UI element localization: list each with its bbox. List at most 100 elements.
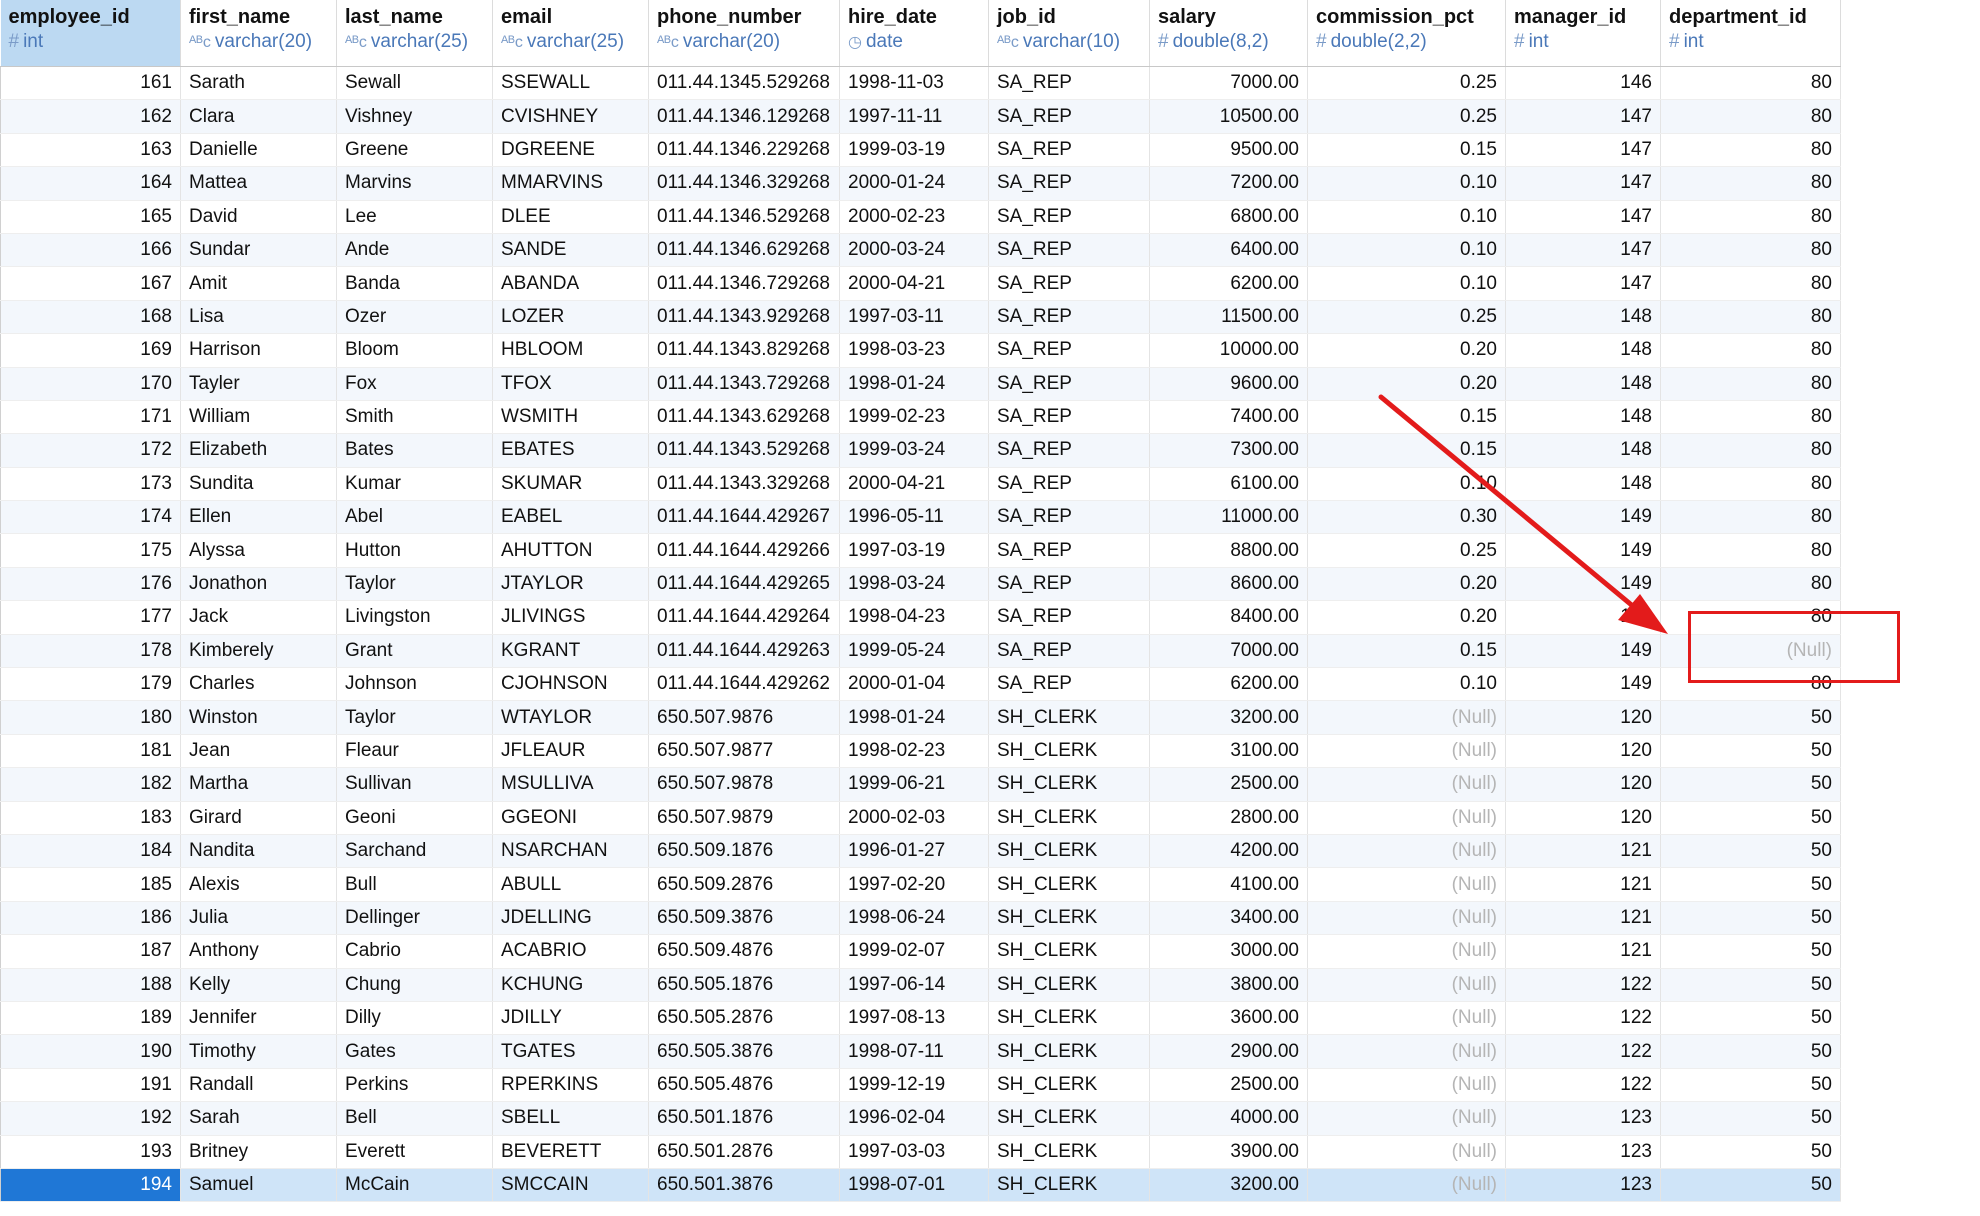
cell-commission-pct[interactable]: (Null) <box>1307 968 1506 1002</box>
cell-salary[interactable]: 2900.00 <box>1149 1034 1308 1069</box>
cell-hire-date[interactable]: 2000-02-03 <box>839 801 989 835</box>
cell-last-name[interactable]: Smith <box>336 400 493 435</box>
table-row[interactable]: 176 Jonathon Taylor JTAYLOR 011.44.1644.4292… <box>0 567 1841 602</box>
cell-first-name[interactable]: Alexis <box>180 867 337 902</box>
cell-commission-pct[interactable]: (Null) <box>1307 1101 1506 1136</box>
cell-hire-date[interactable]: 1996-05-11 <box>839 500 989 535</box>
cell-first-name[interactable]: Winston <box>180 700 337 735</box>
table-row[interactable]: 174 Ellen Abel EABEL 011.44.1644.429267 1996-… <box>0 500 1841 535</box>
cell-employee-id[interactable]: 191 <box>0 1068 181 1103</box>
cell-job-id[interactable]: SA_REP <box>988 133 1150 168</box>
cell-salary[interactable]: 7000.00 <box>1149 66 1308 101</box>
cell-commission-pct[interactable]: (Null) <box>1307 901 1506 936</box>
column-header-department-id[interactable]: department_id # int <box>1660 0 1841 67</box>
cell-department-id[interactable]: 50 <box>1660 1101 1841 1136</box>
cell-last-name[interactable]: Bell <box>336 1101 493 1136</box>
cell-commission-pct[interactable]: (Null) <box>1307 700 1506 735</box>
cell-first-name[interactable]: Clara <box>180 99 337 134</box>
cell-salary[interactable]: 6400.00 <box>1149 233 1308 268</box>
cell-phone-number[interactable]: 011.44.1346.229268 <box>648 133 840 168</box>
table-row[interactable]: 168 Lisa Ozer LOZER 011.44.1343.929268 1997-0… <box>0 300 1841 335</box>
cell-job-id[interactable]: SA_REP <box>988 500 1150 535</box>
cell-hire-date[interactable]: 1998-07-11 <box>839 1034 989 1069</box>
cell-manager-id[interactable]: 146 <box>1505 66 1661 101</box>
cell-job-id[interactable]: SH_CLERK <box>988 801 1150 835</box>
cell-department-id[interactable]: 80 <box>1660 266 1841 301</box>
cell-employee-id[interactable]: 188 <box>0 968 181 1002</box>
table-row[interactable]: 187 Anthony Cabrio ACABRIO 650.509.4876 1999-… <box>0 934 1841 969</box>
cell-first-name[interactable]: Sarah <box>180 1101 337 1136</box>
cell-employee-id[interactable]: 166 <box>0 233 181 268</box>
cell-hire-date[interactable]: 1999-05-24 <box>839 634 989 669</box>
cell-department-id[interactable]: 80 <box>1660 467 1841 502</box>
table-row[interactable]: 164 Mattea Marvins MMARVINS 011.44.1346.3292… <box>0 166 1841 201</box>
cell-manager-id[interactable]: 120 <box>1505 801 1661 835</box>
cell-phone-number[interactable]: 650.505.3876 <box>648 1034 840 1069</box>
cell-salary[interactable]: 2500.00 <box>1149 767 1308 802</box>
table-row[interactable]: 169 Harrison Bloom HBLOOM 011.44.1343.829268… <box>0 333 1841 368</box>
cell-manager-id[interactable]: 147 <box>1505 99 1661 134</box>
cell-manager-id[interactable]: 148 <box>1505 467 1661 502</box>
cell-department-id[interactable]: 50 <box>1660 934 1841 969</box>
cell-manager-id[interactable]: 149 <box>1505 500 1661 535</box>
result-grid[interactable]: employee_id # int first_name ᴬᴮc varchar(20) l… <box>0 0 1841 1203</box>
cell-last-name[interactable]: Taylor <box>336 700 493 735</box>
cell-employee-id[interactable]: 171 <box>0 400 181 435</box>
cell-hire-date[interactable]: 1998-03-23 <box>839 333 989 368</box>
cell-salary[interactable]: 3900.00 <box>1149 1135 1308 1169</box>
column-header-manager-id[interactable]: manager_id # int <box>1505 0 1661 67</box>
cell-email[interactable]: RPERKINS <box>492 1068 649 1103</box>
cell-email[interactable]: KCHUNG <box>492 968 649 1002</box>
table-row[interactable]: 175 Alyssa Hutton AHUTTON 011.44.1644.429266… <box>0 533 1841 568</box>
cell-employee-id[interactable]: 168 <box>0 300 181 335</box>
cell-last-name[interactable]: Dilly <box>336 1001 493 1036</box>
cell-last-name[interactable]: Banda <box>336 266 493 301</box>
cell-last-name[interactable]: Kumar <box>336 467 493 502</box>
cell-first-name[interactable]: Jean <box>180 734 337 769</box>
cell-salary[interactable]: 10000.00 <box>1149 333 1308 368</box>
cell-employee-id[interactable]: 190 <box>0 1034 181 1069</box>
cell-job-id[interactable]: SA_REP <box>988 433 1150 468</box>
cell-salary[interactable]: 4100.00 <box>1149 867 1308 902</box>
cell-manager-id[interactable]: 122 <box>1505 1001 1661 1036</box>
cell-department-id[interactable]: 80 <box>1660 400 1841 435</box>
cell-email[interactable]: TGATES <box>492 1034 649 1069</box>
cell-hire-date[interactable]: 1999-02-07 <box>839 934 989 969</box>
cell-salary[interactable]: 4200.00 <box>1149 834 1308 869</box>
cell-first-name[interactable]: Jennifer <box>180 1001 337 1036</box>
cell-department-id[interactable]: 80 <box>1660 433 1841 468</box>
cell-employee-id[interactable]: 163 <box>0 133 181 168</box>
cell-hire-date[interactable]: 1998-01-24 <box>839 367 989 401</box>
cell-last-name[interactable]: Gates <box>336 1034 493 1069</box>
cell-department-id[interactable]: 50 <box>1660 734 1841 769</box>
cell-first-name[interactable]: Timothy <box>180 1034 337 1069</box>
cell-job-id[interactable]: SA_REP <box>988 166 1150 201</box>
column-header-job-id[interactable]: job_id ᴬᴮc varchar(10) <box>988 0 1150 67</box>
cell-email[interactable]: SANDE <box>492 233 649 268</box>
cell-last-name[interactable]: Fox <box>336 367 493 401</box>
cell-manager-id[interactable]: 120 <box>1505 700 1661 735</box>
cell-manager-id[interactable]: 147 <box>1505 200 1661 234</box>
cell-employee-id[interactable]: 162 <box>0 99 181 134</box>
cell-email[interactable]: SBELL <box>492 1101 649 1136</box>
cell-phone-number[interactable]: 650.507.9876 <box>648 700 840 735</box>
cell-job-id[interactable]: SH_CLERK <box>988 767 1150 802</box>
cell-commission-pct[interactable]: (Null) <box>1307 801 1506 835</box>
table-row[interactable]: 181 Jean Fleaur JFLEAUR 650.507.9877 1998-02-… <box>0 734 1841 769</box>
column-header-last-name[interactable]: last_name ᴬᴮc varchar(25) <box>336 0 493 67</box>
cell-employee-id[interactable]: 176 <box>0 567 181 602</box>
cell-manager-id[interactable]: 120 <box>1505 734 1661 769</box>
cell-last-name[interactable]: Sarchand <box>336 834 493 869</box>
cell-first-name[interactable]: Kimberely <box>180 634 337 669</box>
cell-salary[interactable]: 3400.00 <box>1149 901 1308 936</box>
table-row[interactable]: 178 Kimberely Grant KGRANT 011.44.1644.42926… <box>0 634 1841 669</box>
cell-hire-date[interactable]: 1999-06-21 <box>839 767 989 802</box>
cell-last-name[interactable]: Bloom <box>336 333 493 368</box>
table-row[interactable]: 172 Elizabeth Bates EBATES 011.44.1343.52926… <box>0 433 1841 468</box>
cell-phone-number[interactable]: 650.509.1876 <box>648 834 840 869</box>
cell-phone-number[interactable]: 011.44.1346.329268 <box>648 166 840 201</box>
cell-last-name[interactable]: McCain <box>336 1168 493 1203</box>
cell-first-name[interactable]: David <box>180 200 337 234</box>
table-row[interactable]: 188 Kelly Chung KCHUNG 650.505.1876 1997-06-1… <box>0 968 1841 1002</box>
cell-email[interactable]: SKUMAR <box>492 467 649 502</box>
